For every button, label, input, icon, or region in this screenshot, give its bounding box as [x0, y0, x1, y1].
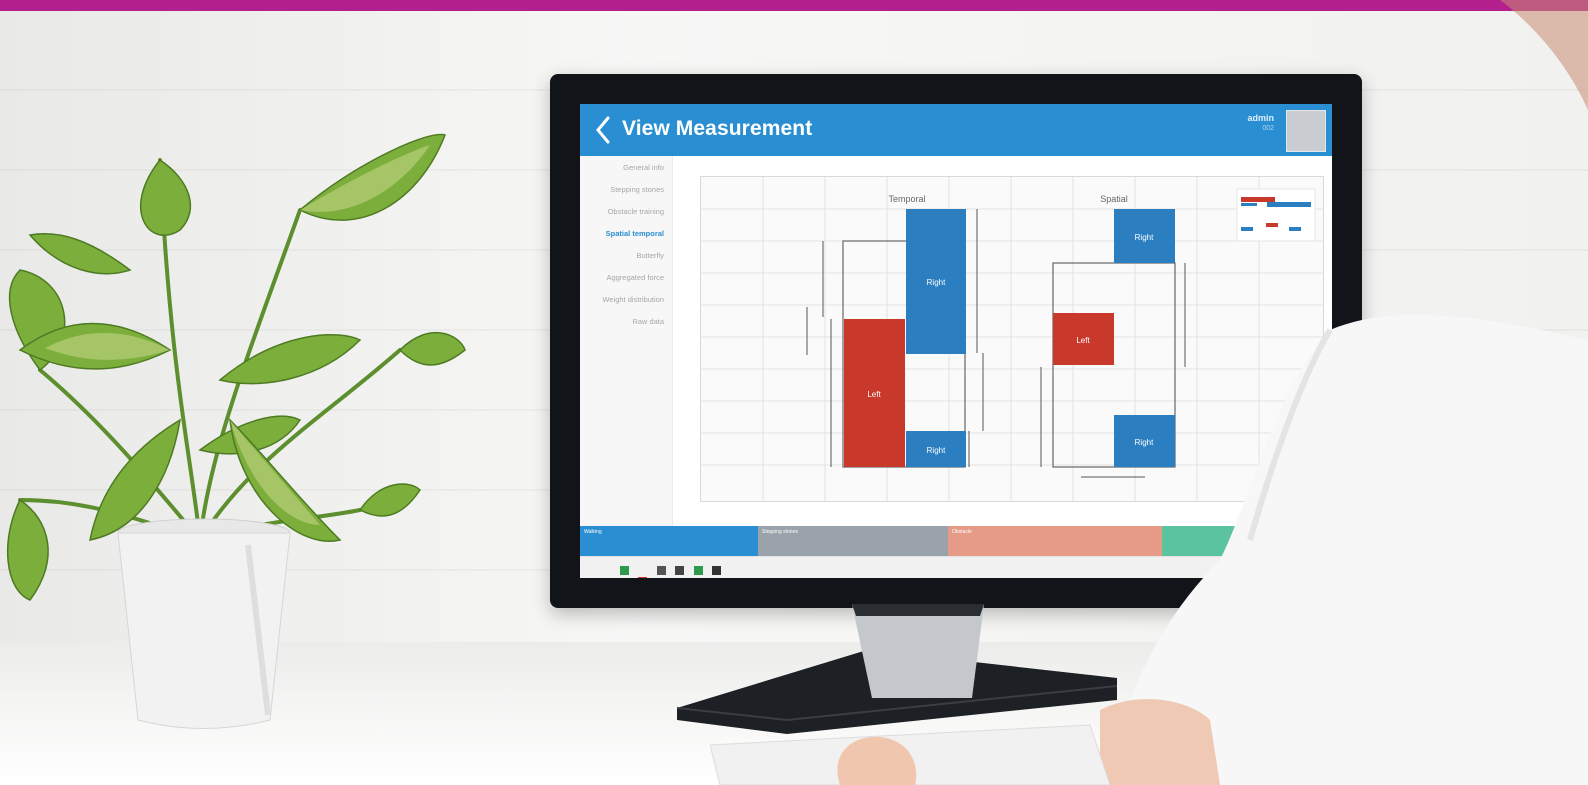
nav-item-raw-data[interactable]: Raw data	[632, 317, 664, 326]
page-title: View Measurement	[622, 117, 813, 140]
video-icon[interactable]	[712, 566, 722, 575]
panel-title-temporal: Temporal	[888, 194, 925, 204]
tool-icons	[620, 562, 726, 578]
nav-item-spatial-temporal[interactable]: Spatial temporal	[606, 229, 664, 238]
status-segment-label: Walking	[584, 529, 602, 535]
status-segment-walking[interactable]: Walking	[580, 526, 758, 556]
nav-item-general-info[interactable]: General info	[623, 163, 664, 172]
nav-item-weight-distribution[interactable]: Weight distribution	[602, 295, 664, 304]
temporal-bar-right-top-label: Right	[927, 278, 946, 287]
temporal-bar-left-label: Left	[867, 390, 881, 399]
force-icon[interactable]	[638, 577, 648, 578]
grid-icon[interactable]	[656, 566, 666, 575]
footprint-icon[interactable]	[620, 566, 629, 575]
monitor-stand-neck	[852, 604, 984, 698]
status-segment-stepping-stones[interactable]: Stepping stones	[758, 526, 948, 556]
nav-item-butterfly[interactable]: Butterfly	[636, 251, 664, 260]
side-nav: General info Stepping stones Obstacle tr…	[580, 156, 673, 528]
person-silhouette	[1100, 0, 1588, 785]
spatial-bar-left-label: Left	[1076, 336, 1090, 345]
nav-item-stepping-stones[interactable]: Stepping stones	[610, 185, 664, 194]
keyboard[interactable]	[710, 715, 1110, 785]
nav-item-obstacle-training[interactable]: Obstacle training	[608, 207, 664, 216]
chevron-left-icon[interactable]	[592, 114, 612, 146]
nav-item-aggregated-force[interactable]: Aggregated force	[606, 273, 664, 282]
table-icon[interactable]	[675, 566, 685, 575]
status-segment-label: Stepping stones	[762, 529, 798, 535]
status-segment-label: Obstacle	[952, 529, 972, 535]
plant-pot	[117, 518, 291, 729]
temporal-bar-right-bottom-label: Right	[927, 446, 946, 455]
export-icon[interactable]	[693, 566, 703, 575]
